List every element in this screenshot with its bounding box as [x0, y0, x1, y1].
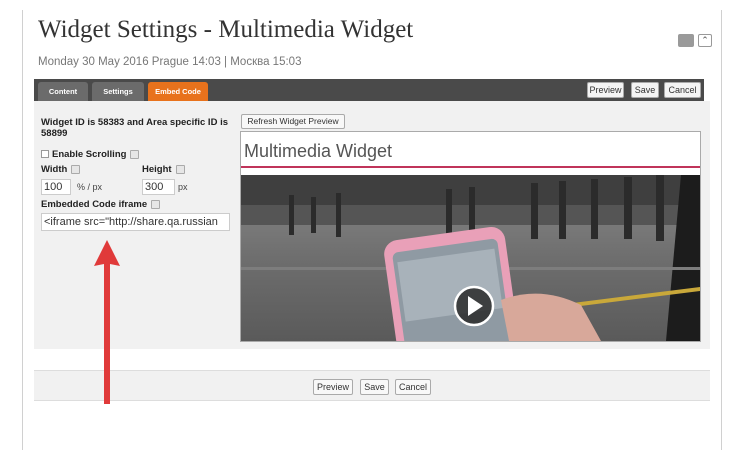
help-icon[interactable]: [175, 164, 185, 174]
enable-scrolling-row: Enable Scrolling: [41, 149, 140, 160]
annotation-arrow: [94, 240, 120, 404]
widget-id-text: Widget ID is 58383 and Area specific ID …: [41, 117, 228, 139]
height-label-row: Height: [142, 164, 185, 175]
embedded-code-label-row: Embedded Code iframe: [41, 199, 161, 210]
title-underline: [241, 166, 700, 168]
tab-embed-code[interactable]: Embed Code: [148, 82, 208, 101]
bottom-preview-button[interactable]: Preview: [313, 379, 353, 395]
embedded-code-input[interactable]: <iframe src="http://share.qa.russian: [41, 213, 230, 231]
enable-scrolling-checkbox[interactable]: [41, 150, 49, 159]
help-icon[interactable]: [130, 149, 140, 159]
widget-preview: Multimedia Widget: [240, 131, 701, 342]
tab-settings[interactable]: Settings: [92, 82, 144, 101]
date-line: Monday 30 May 2016 Prague 14:03 | Москва…: [38, 56, 302, 68]
height-input[interactable]: 300: [142, 179, 175, 195]
bottom-save-button[interactable]: Save: [360, 379, 389, 395]
help-icon[interactable]: [151, 199, 161, 209]
height-unit: px: [178, 182, 188, 192]
enable-scrolling-label: Enable Scrolling: [52, 149, 127, 160]
window-menu-button[interactable]: [678, 34, 694, 47]
toolbar: Content Settings Embed Code Preview Save…: [34, 79, 704, 101]
widget-preview-title: Multimedia Widget: [244, 141, 393, 161]
bottom-cancel-button[interactable]: Cancel: [395, 379, 431, 395]
save-button[interactable]: Save: [631, 82, 659, 98]
width-label: Width: [41, 164, 68, 175]
refresh-widget-preview-button[interactable]: Refresh Widget Preview: [241, 114, 345, 129]
bottom-actions: Preview Save Cancel: [34, 370, 710, 401]
cancel-button[interactable]: Cancel: [664, 82, 701, 98]
video-thumbnail: [241, 175, 700, 341]
width-label-row: Width: [41, 164, 81, 175]
width-input[interactable]: 100: [41, 179, 71, 195]
page-title: Widget Settings - Multimedia Widget: [38, 16, 414, 43]
help-icon[interactable]: [71, 164, 81, 174]
collapse-chevron-icon[interactable]: ⌃: [698, 34, 712, 47]
width-unit: % / px: [77, 182, 103, 192]
play-icon[interactable]: [453, 285, 495, 327]
height-label: Height: [142, 164, 172, 175]
embedded-code-label: Embedded Code iframe: [41, 199, 148, 210]
tab-content[interactable]: Content: [38, 82, 88, 101]
title-controls: ⌃: [678, 34, 712, 47]
video-player[interactable]: [241, 175, 700, 341]
preview-button[interactable]: Preview: [587, 82, 624, 98]
